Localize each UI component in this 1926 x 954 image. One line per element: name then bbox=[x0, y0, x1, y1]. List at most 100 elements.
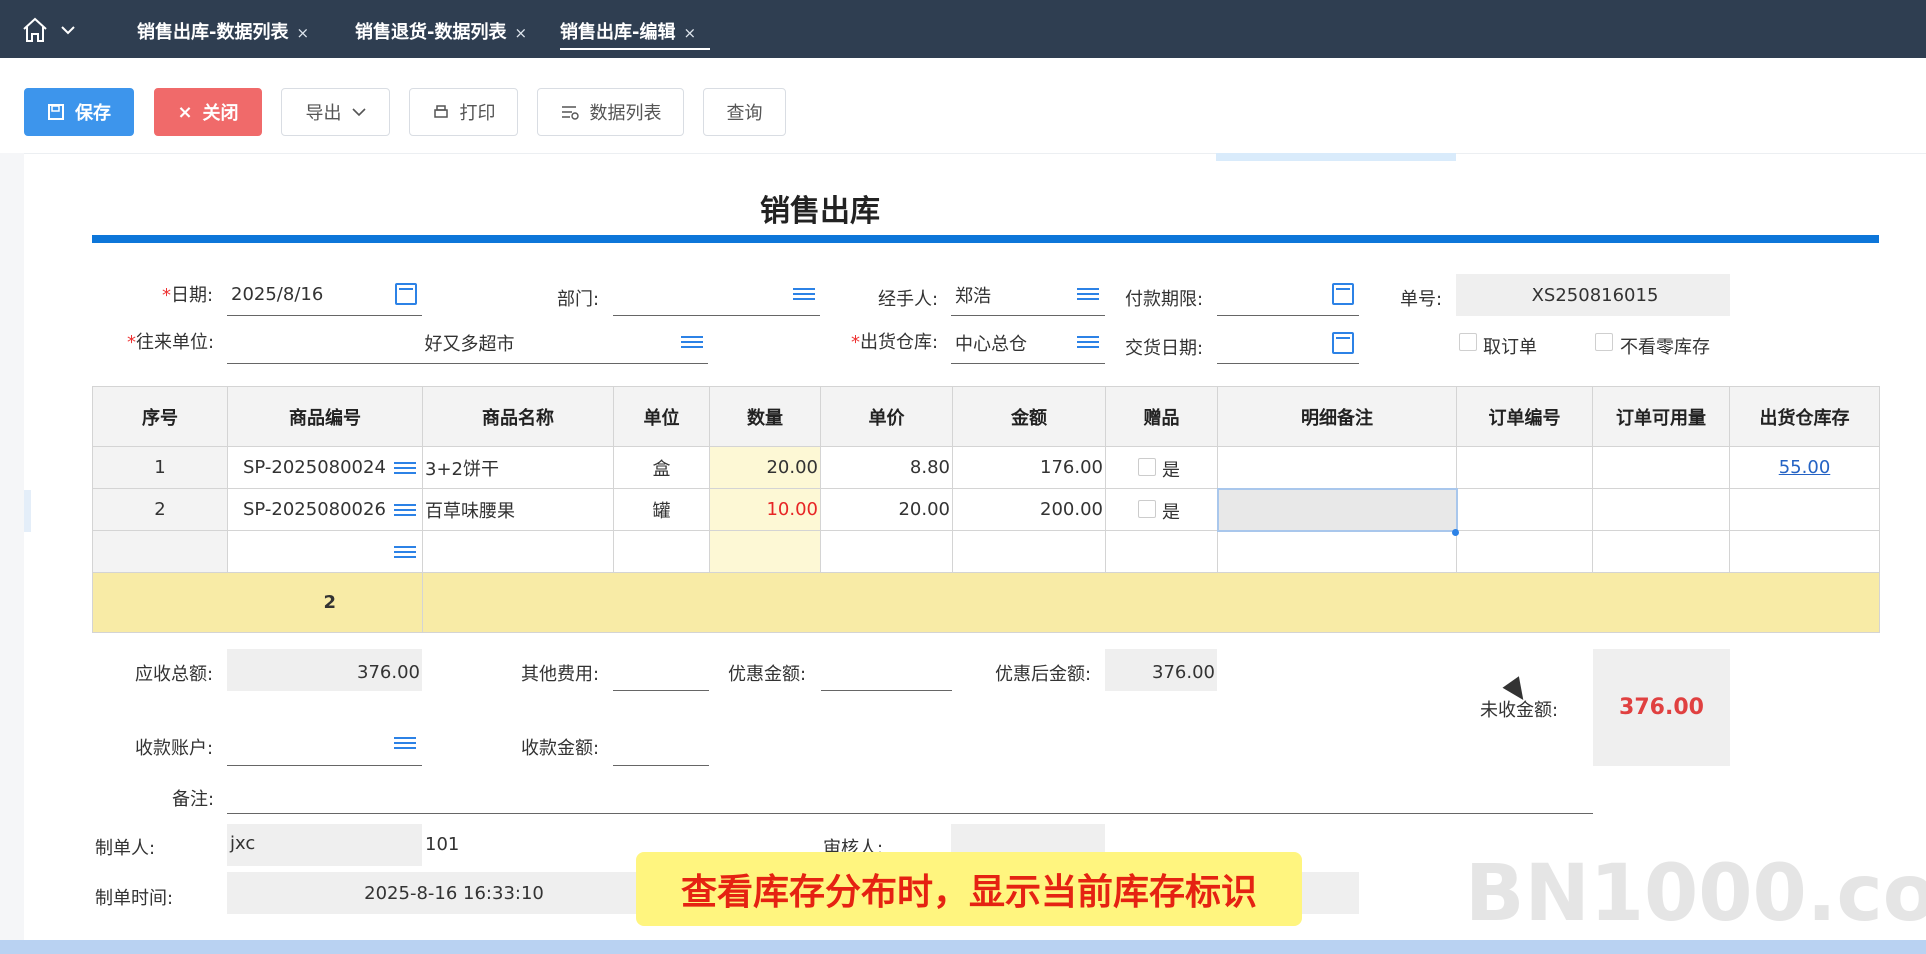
close-icon: × bbox=[177, 101, 193, 123]
maker-label: 制单人: bbox=[95, 838, 156, 859]
remark-input[interactable] bbox=[227, 772, 1593, 814]
gift-checkbox[interactable] bbox=[1138, 458, 1156, 476]
product-name-cell[interactable]: 百草味腰果 bbox=[422, 488, 614, 531]
column-header: 单位 bbox=[613, 386, 710, 447]
gift-checkbox[interactable] bbox=[1138, 500, 1156, 518]
summary-row: 2 bbox=[92, 572, 1880, 633]
calendar-icon[interactable] bbox=[1332, 283, 1354, 305]
department-input[interactable] bbox=[613, 274, 820, 316]
calendar-icon[interactable] bbox=[1332, 332, 1354, 354]
warehouse-stock-cell[interactable] bbox=[1729, 488, 1880, 531]
watermark: BN1000.com bbox=[1465, 849, 1926, 939]
home-menu[interactable] bbox=[22, 16, 78, 44]
doc-number-field: XS250816015 bbox=[1456, 274, 1730, 316]
list-icon bbox=[561, 106, 579, 120]
take-order-checkbox[interactable] bbox=[1459, 333, 1477, 351]
column-header: 单价 bbox=[820, 386, 953, 447]
highlight-strip bbox=[1216, 153, 1456, 161]
top-nav-bar: 销售出库-数据列表 × 销售退货-数据列表 × 销售出库-编辑 × bbox=[0, 0, 1926, 58]
order-available-cell bbox=[1592, 488, 1730, 531]
query-button[interactable]: 查询 bbox=[703, 88, 786, 136]
column-header: 赠品 bbox=[1105, 386, 1218, 447]
other-fee-input[interactable] bbox=[613, 649, 709, 691]
hide-zero-stock-checkbox[interactable] bbox=[1595, 333, 1613, 351]
print-button[interactable]: 打印 bbox=[409, 88, 518, 136]
close-icon[interactable]: × bbox=[296, 24, 309, 42]
after-discount-label: 优惠后金额: bbox=[995, 664, 1092, 685]
gift-cell[interactable]: 是 bbox=[1105, 488, 1218, 531]
save-button[interactable]: 保存 bbox=[24, 88, 134, 136]
calendar-icon[interactable] bbox=[395, 283, 417, 305]
warehouse-label: *出货仓库: bbox=[851, 332, 939, 353]
quantity-cell[interactable]: 20.00 bbox=[709, 446, 821, 489]
table-row-empty bbox=[92, 530, 1880, 573]
chevron-down-icon bbox=[351, 108, 366, 117]
handler-label: 经手人: bbox=[878, 289, 939, 310]
tab-sales-return-list[interactable]: 销售退货-数据列表 × bbox=[355, 18, 527, 50]
export-button[interactable]: 导出 bbox=[281, 88, 390, 136]
data-list-button[interactable]: 数据列表 bbox=[537, 88, 684, 136]
received-amount-label: 收款金额: bbox=[521, 738, 600, 759]
product-code-cell[interactable]: SP-2025080024 bbox=[227, 446, 423, 489]
date-input[interactable]: 2025/8/16 bbox=[227, 274, 422, 316]
stock-link[interactable]: 55.00 bbox=[1779, 457, 1831, 478]
summary-count: 2 bbox=[92, 572, 423, 633]
price-cell[interactable]: 8.80 bbox=[820, 446, 953, 489]
table-row: 1 SP-2025080024 3+2饼干 盒 20.00 8.80 176.0… bbox=[92, 446, 1880, 489]
menu-icon[interactable] bbox=[1077, 285, 1099, 303]
tab-sales-out-list[interactable]: 销售出库-数据列表 × bbox=[137, 18, 309, 50]
other-fee-label: 其他费用: bbox=[521, 664, 600, 685]
menu-icon[interactable] bbox=[394, 734, 416, 752]
detail-remark-cell[interactable] bbox=[1217, 446, 1457, 489]
column-header: 出货仓库存 bbox=[1729, 386, 1880, 447]
amount-cell[interactable]: 176.00 bbox=[952, 446, 1106, 489]
created-time-value: 2025-8-16 16:33:10 bbox=[227, 872, 681, 914]
detail-remark-cell[interactable] bbox=[1216, 487, 1458, 532]
close-button[interactable]: × 关闭 bbox=[154, 88, 262, 136]
receivable-label: 应收总额: bbox=[135, 664, 214, 685]
selection-handle[interactable] bbox=[1452, 529, 1459, 536]
discount-input[interactable] bbox=[821, 649, 952, 691]
close-icon[interactable]: × bbox=[514, 24, 527, 42]
take-order-label: 取订单 bbox=[1483, 337, 1537, 358]
order-number-cell[interactable] bbox=[1456, 446, 1593, 489]
product-code-cell[interactable]: SP-2025080026 bbox=[227, 488, 423, 531]
menu-icon[interactable] bbox=[394, 543, 416, 561]
partner-label: *往来单位: bbox=[127, 332, 215, 353]
menu-icon[interactable] bbox=[793, 285, 815, 303]
home-icon bbox=[23, 17, 75, 42]
received-amount-input[interactable] bbox=[613, 724, 709, 766]
account-input[interactable] bbox=[227, 724, 422, 766]
account-label: 收款账户: bbox=[135, 738, 214, 759]
column-header: 商品编号 bbox=[227, 386, 423, 447]
close-icon[interactable]: × bbox=[683, 24, 696, 42]
amount-cell[interactable]: 200.00 bbox=[952, 488, 1106, 531]
column-header: 订单可用量 bbox=[1592, 386, 1730, 447]
menu-icon[interactable] bbox=[681, 333, 703, 351]
product-name-cell[interactable]: 3+2饼干 bbox=[422, 446, 614, 489]
column-header: 商品名称 bbox=[422, 386, 614, 447]
department-label: 部门: bbox=[557, 289, 600, 310]
row-marker bbox=[24, 490, 31, 532]
remark-label: 备注: bbox=[172, 789, 215, 810]
warehouse-stock-cell[interactable]: 55.00 bbox=[1729, 446, 1880, 489]
hide-zero-stock-label: 不看零库存 bbox=[1620, 337, 1710, 358]
payment-term-label: 付款期限: bbox=[1125, 289, 1204, 310]
unit-cell[interactable]: 罐 bbox=[613, 488, 710, 531]
tab-sales-out-edit[interactable]: 销售出库-编辑 × bbox=[560, 18, 710, 50]
quantity-cell[interactable]: 10.00 bbox=[709, 488, 821, 531]
gift-cell[interactable]: 是 bbox=[1105, 446, 1218, 489]
menu-icon[interactable] bbox=[1077, 333, 1099, 351]
row-seq: 2 bbox=[92, 488, 228, 531]
doc-number-label: 单号: bbox=[1400, 289, 1443, 310]
partner-input[interactable]: 好又多超市 bbox=[227, 322, 708, 364]
maker-value: jxc bbox=[227, 824, 422, 866]
column-header: 金额 bbox=[952, 386, 1106, 447]
unit-cell[interactable]: 盒 bbox=[613, 446, 710, 489]
order-number-cell[interactable] bbox=[1456, 488, 1593, 531]
items-table: 序号 商品编号 商品名称 单位 数量 单价 金额 赠品 明细备注 订单编号 订单… bbox=[92, 386, 1880, 633]
menu-icon[interactable] bbox=[394, 501, 416, 519]
menu-icon[interactable] bbox=[394, 459, 416, 477]
product-code-cell[interactable] bbox=[227, 530, 423, 573]
price-cell[interactable]: 20.00 bbox=[820, 488, 953, 531]
